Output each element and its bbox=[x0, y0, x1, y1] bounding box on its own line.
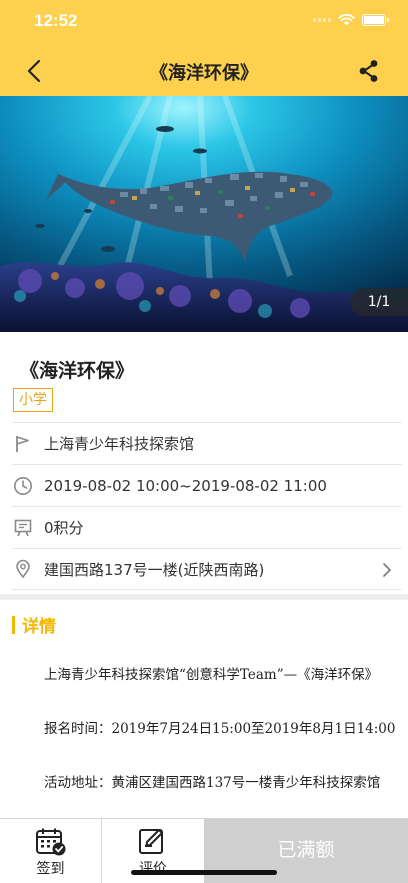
venue-row: 上海青少年科技探索馆 bbox=[12, 422, 402, 464]
event-time: 2019-08-02 10:00~2019-08-02 11:00 bbox=[44, 476, 327, 495]
detail-paragraph: 活动地址：黄浦区建国西路137号一楼青少年科技探索馆 bbox=[44, 775, 381, 791]
address-row[interactable]: 建国西路137号一楼(近陕西南路) bbox=[12, 548, 402, 590]
cellular-signal-icon bbox=[313, 18, 331, 22]
status-time: 12:52 bbox=[34, 11, 78, 30]
heading-accent-bar bbox=[12, 615, 15, 634]
grade-tag: 小学 bbox=[13, 388, 53, 412]
hero-image[interactable]: 1/1 bbox=[0, 96, 408, 332]
calendar-check-icon bbox=[35, 828, 65, 856]
image-counter: 1/1 bbox=[350, 288, 408, 316]
page-title: 《海洋环保》 bbox=[150, 63, 258, 84]
location-pin-icon bbox=[12, 558, 34, 580]
home-indicator bbox=[131, 870, 277, 875]
status-bar: 12:52 bbox=[0, 0, 408, 44]
event-title: 《海洋环保》 bbox=[20, 360, 135, 382]
detail-paragraph: 报名时间：2019年7月24日15:00至2019年8月1日14:00 bbox=[44, 721, 396, 737]
edit-note-icon bbox=[139, 829, 163, 854]
flag-icon bbox=[12, 433, 34, 455]
points-board-icon bbox=[12, 517, 34, 539]
share-icon[interactable] bbox=[356, 58, 382, 84]
wifi-icon bbox=[338, 14, 355, 26]
checkin-button[interactable]: 签到 bbox=[0, 819, 102, 883]
points-row: 0积分 bbox=[12, 506, 402, 548]
battery-icon bbox=[362, 14, 389, 26]
checkin-label: 签到 bbox=[36, 861, 65, 877]
detail-paragraph: 上海青少年科技探索馆“创意科学Team”—《海洋环保》 bbox=[44, 667, 379, 683]
ocean-whale-image bbox=[0, 96, 408, 332]
clock-icon bbox=[12, 475, 34, 497]
nav-bar: 《海洋环保》 bbox=[0, 44, 408, 96]
venue-name: 上海青少年科技探索馆 bbox=[44, 435, 195, 453]
time-row: 2019-08-02 10:00~2019-08-02 11:00 bbox=[12, 464, 402, 506]
review-label: 评价 bbox=[139, 861, 167, 877]
detail-heading-label: 详情 bbox=[22, 617, 56, 637]
event-address: 建国西路137号一楼(近陕西南路) bbox=[44, 560, 265, 579]
chevron-right-icon bbox=[383, 563, 392, 577]
event-points: 0积分 bbox=[44, 519, 84, 537]
detail-heading: 详情 bbox=[12, 612, 56, 637]
section-divider bbox=[0, 594, 408, 600]
